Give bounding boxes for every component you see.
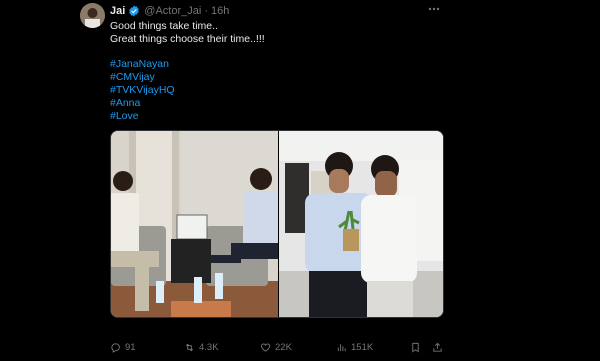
hashtag-link[interactable]: #CMVijay	[110, 71, 175, 84]
tweet: Jai @Actor_Jai · 16h Good things take ti…	[0, 0, 600, 361]
like-icon	[260, 343, 271, 352]
action-bar: 91 4.3K 22K 151K	[110, 340, 444, 354]
reply-icon	[111, 342, 120, 353]
author-name[interactable]: Jai	[110, 5, 125, 17]
reply-button[interactable]: 91	[110, 340, 136, 354]
hashtag-link[interactable]: #Love	[110, 110, 175, 123]
more-icon[interactable]	[427, 2, 441, 16]
bookmark-button[interactable]	[410, 340, 425, 354]
avatar[interactable]	[80, 3, 105, 28]
views-icon	[337, 343, 346, 351]
separator-dot: ·	[204, 5, 208, 17]
verified-badge-icon	[128, 5, 140, 17]
hashtag-link[interactable]: #Anna	[110, 97, 175, 110]
hashtag-list: #JanaNayan #CMVijay #TVKVijayHQ #Anna #L…	[110, 58, 175, 123]
tweet-text-line: Great things choose their time..!!!	[110, 33, 265, 45]
author-handle[interactable]: @Actor_Jai	[144, 5, 201, 17]
tweet-text: Good things take time.. Great things cho…	[110, 20, 265, 46]
reply-count: 91	[125, 341, 136, 353]
like-count: 22K	[275, 341, 292, 353]
views-button[interactable]: 151K	[336, 340, 373, 354]
like-button[interactable]: 22K	[260, 340, 292, 354]
hashtag-link[interactable]: #JanaNayan	[110, 58, 175, 71]
hashtag-link[interactable]: #TVKVijayHQ	[110, 84, 175, 97]
retweet-button[interactable]: 4.3K	[184, 340, 219, 354]
tweet-header: Jai @Actor_Jai · 16h	[110, 3, 229, 19]
tweet-time[interactable]: 16h	[211, 5, 229, 17]
share-button[interactable]	[432, 340, 447, 354]
retweet-count: 4.3K	[199, 341, 219, 353]
retweet-icon	[185, 343, 194, 351]
photo-meeting[interactable]	[111, 131, 278, 317]
tweet-media[interactable]	[110, 130, 444, 318]
tweet-text-line: Good things take time..	[110, 20, 218, 32]
share-icon	[433, 342, 442, 352]
photo-portrait[interactable]	[278, 131, 443, 317]
bookmark-icon	[412, 342, 419, 352]
views-count: 151K	[351, 341, 374, 353]
